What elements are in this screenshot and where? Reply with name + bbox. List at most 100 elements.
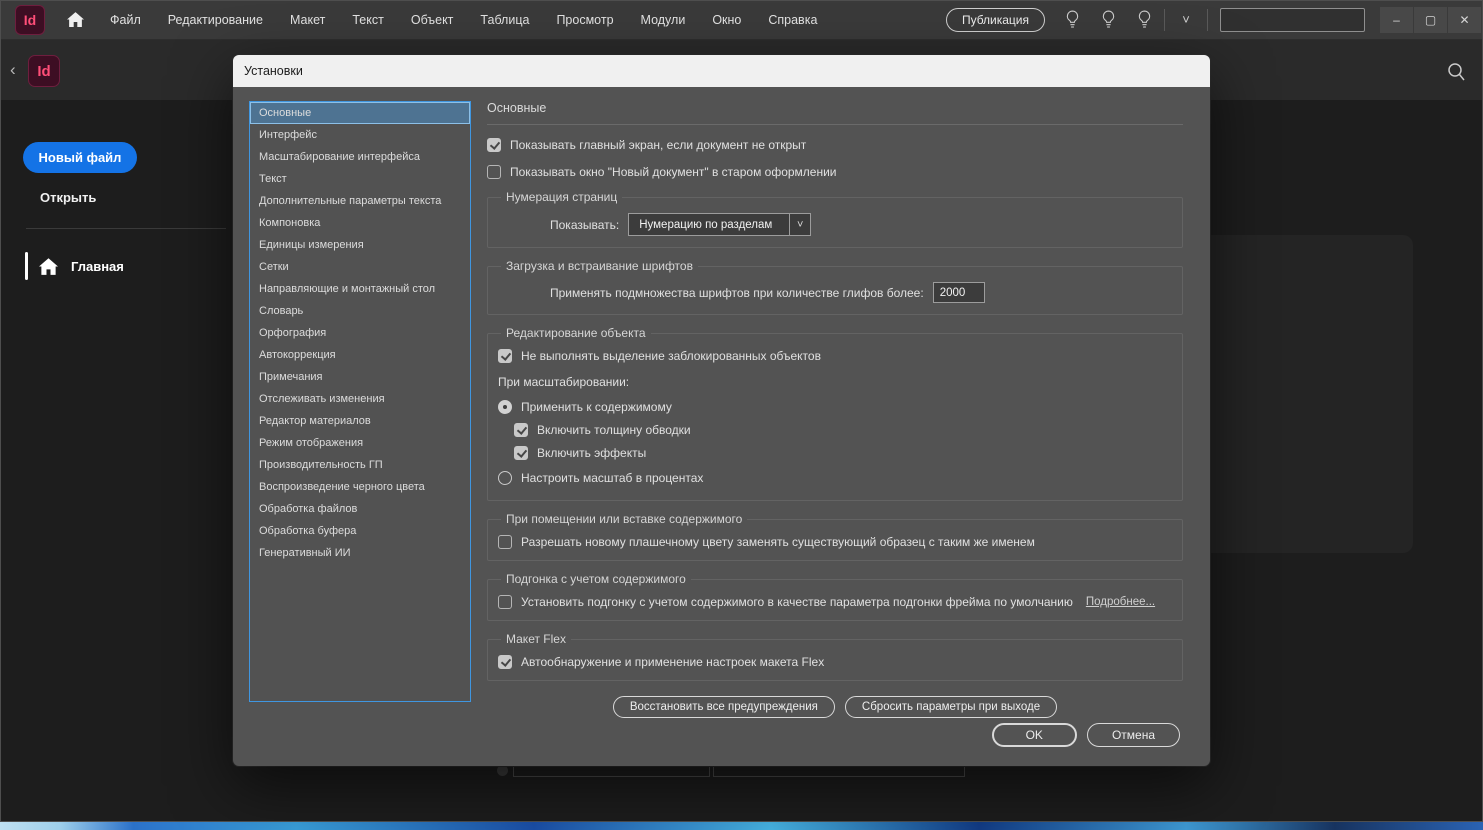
sidebar-item-clipboard-handling[interactable]: Обработка буфера [250, 520, 470, 542]
lightbulb-icon[interactable] [1137, 9, 1152, 30]
menu-object[interactable]: Объект [411, 13, 454, 27]
maximize-button[interactable]: ▢ [1413, 7, 1447, 33]
checkbox-label: Разрешать новому плашечному цвету заменя… [521, 535, 1035, 549]
sidebar-item-general[interactable]: Основные [250, 102, 470, 124]
allow-spot-color-checkbox[interactable] [498, 535, 512, 549]
menu-help[interactable]: Справка [768, 13, 817, 27]
menubar: Id Файл Редактирование Макет Текст Объек… [0, 0, 1483, 40]
show-home-screen-checkbox[interactable] [487, 138, 501, 152]
sidebar-item-spelling[interactable]: Орфография [250, 322, 470, 344]
sidebar-item-units[interactable]: Единицы измерения [250, 234, 470, 256]
adjust-percent-row[interactable]: Настроить масштаб в процентах [498, 471, 1172, 485]
close-button[interactable]: ✕ [1447, 7, 1481, 33]
checkbox-label: Установить подгонку с учетом содержимого… [521, 595, 1073, 609]
chevron-down-icon[interactable]: ˅ [1177, 12, 1195, 27]
minimize-button[interactable]: – [1379, 7, 1413, 33]
new-file-button[interactable]: Новый файл [23, 142, 137, 173]
menu-view[interactable]: Просмотр [556, 13, 613, 27]
include-stroke-row[interactable]: Включить толщину обводки [498, 423, 1172, 437]
window-controls: – ▢ ✕ [1379, 7, 1481, 33]
when-scaling-label: При масштабировании: [498, 375, 1172, 389]
menu-modules[interactable]: Модули [641, 13, 686, 27]
page-numbering-row: Показывать: Нумерацию по разделам ˅ [498, 213, 1172, 236]
prevent-locked-row[interactable]: Не выполнять выделение заблокированных о… [498, 349, 1172, 363]
group-legend: Подгонка с учетом содержимого [501, 572, 691, 586]
sidebar-item-dictionary[interactable]: Словарь [250, 300, 470, 322]
flex-auto-row[interactable]: Автообнаружение и применение настроек ма… [498, 655, 1172, 669]
menu-table[interactable]: Таблица [480, 13, 529, 27]
default-fit-row[interactable]: Установить подгонку с учетом содержимого… [498, 595, 1172, 609]
group-legend: При помещении или вставке содержимого [501, 512, 747, 526]
sidebar-item-guides-pasteboard[interactable]: Направляющие и монтажный стол [250, 278, 470, 300]
radio-label: Применить к содержимому [521, 400, 672, 414]
sidebar-item-home[interactable]: Главная [25, 250, 124, 282]
menubar-right: Публикация ˅ – ▢ ✕ [946, 7, 1483, 33]
menu-file[interactable]: Файл [110, 13, 141, 27]
dialog-titlebar[interactable]: Установки [233, 55, 1210, 87]
lightbulb-icon[interactable] [1101, 9, 1116, 30]
page-numbering-group: Нумерация страниц Показывать: Нумерацию … [487, 190, 1183, 248]
legacy-new-doc-checkbox[interactable] [487, 165, 501, 179]
sidebar-item-ui-scaling[interactable]: Масштабирование интерфейса [250, 146, 470, 168]
lightbulb-icon[interactable] [1065, 9, 1080, 30]
font-embedding-group: Загрузка и встраивание шрифтов Применять… [487, 259, 1183, 315]
divider [1164, 9, 1165, 31]
sidebar-item-black-appearance[interactable]: Воспроизведение черного цвета [250, 476, 470, 498]
back-chevron-icon[interactable]: ‹ [10, 60, 16, 80]
search-icon[interactable] [1446, 62, 1466, 84]
include-effects-row[interactable]: Включить эффекты [498, 446, 1172, 460]
menu-edit[interactable]: Редактирование [168, 13, 263, 27]
show-home-screen-row[interactable]: Показывать главный экран, если документ … [487, 138, 1183, 152]
sidebar-item-generative-ai[interactable]: Генеративный ИИ [250, 542, 470, 564]
sidebar-item-track-changes[interactable]: Отслеживать изменения [250, 388, 470, 410]
desktop-wallpaper-strip [0, 822, 1483, 830]
glyph-count-input[interactable] [933, 282, 985, 303]
include-stroke-checkbox[interactable] [514, 423, 528, 437]
menu-window[interactable]: Окно [712, 13, 741, 27]
preferences-main-panel: Основные Показывать главный экран, если … [487, 101, 1183, 718]
indesign-logo-icon: Id [15, 5, 45, 35]
sidebar-item-gpu-performance[interactable]: Производительность ГП [250, 454, 470, 476]
default-fit-checkbox[interactable] [498, 595, 512, 609]
sidebar-item-autocorrect[interactable]: Автокоррекция [250, 344, 470, 366]
allow-spot-color-row[interactable]: Разрешать новому плашечному цвету заменя… [498, 535, 1172, 549]
sidebar-item-grids[interactable]: Сетки [250, 256, 470, 278]
sidebar-item-notes[interactable]: Примечания [250, 366, 470, 388]
reset-preferences-button[interactable]: Сбросить параметры при выходе [845, 696, 1057, 718]
page-numbering-dropdown[interactable]: Нумерацию по разделам ˅ [628, 213, 811, 236]
object-editing-group: Редактирование объекта Не выполнять выде… [487, 326, 1183, 501]
open-button[interactable]: Открыть [40, 190, 96, 205]
home-button[interactable] [67, 12, 84, 27]
sidebar-item-display-performance[interactable]: Режим отображения [250, 432, 470, 454]
checkbox-label: Включить толщину обводки [537, 423, 691, 437]
legacy-new-doc-row[interactable]: Показывать окно "Новый документ" в старо… [487, 165, 1183, 179]
publish-button[interactable]: Публикация [946, 8, 1045, 32]
checkbox-label: Показывать главный экран, если документ … [510, 138, 806, 152]
menu-type[interactable]: Текст [352, 13, 383, 27]
apply-to-content-radio[interactable] [498, 400, 512, 414]
background-dot [497, 765, 508, 776]
sidebar-item-advanced-type[interactable]: Дополнительные параметры текста [250, 190, 470, 212]
reset-warnings-button[interactable]: Восстановить все предупреждения [613, 696, 835, 718]
sidebar-item-story-editor[interactable]: Редактор материалов [250, 410, 470, 432]
lightbulb-group [1065, 9, 1152, 30]
place-paste-group: При помещении или вставке содержимого Ра… [487, 512, 1183, 561]
titlebar-search-input[interactable] [1220, 8, 1365, 32]
sidebar-item-file-handling[interactable]: Обработка файлов [250, 498, 470, 520]
adjust-percent-radio[interactable] [498, 471, 512, 485]
ok-button[interactable]: OK [992, 723, 1077, 747]
divider [1207, 9, 1208, 31]
checkbox-label: Включить эффекты [537, 446, 646, 460]
include-effects-checkbox[interactable] [514, 446, 528, 460]
learn-more-link[interactable]: Подробнее... [1086, 596, 1155, 608]
flex-auto-checkbox[interactable] [498, 655, 512, 669]
sidebar-item-type[interactable]: Текст [250, 168, 470, 190]
menu-layout[interactable]: Макет [290, 13, 325, 27]
cancel-button[interactable]: Отмена [1087, 723, 1180, 747]
prevent-locked-checkbox[interactable] [498, 349, 512, 363]
sidebar-item-composition[interactable]: Компоновка [250, 212, 470, 234]
apply-to-content-row[interactable]: Применить к содержимому [498, 400, 1172, 414]
group-legend: Редактирование объекта [501, 326, 651, 340]
sidebar-item-interface[interactable]: Интерфейс [250, 124, 470, 146]
flex-layout-group: Макет Flex Автообнаружение и применение … [487, 632, 1183, 681]
